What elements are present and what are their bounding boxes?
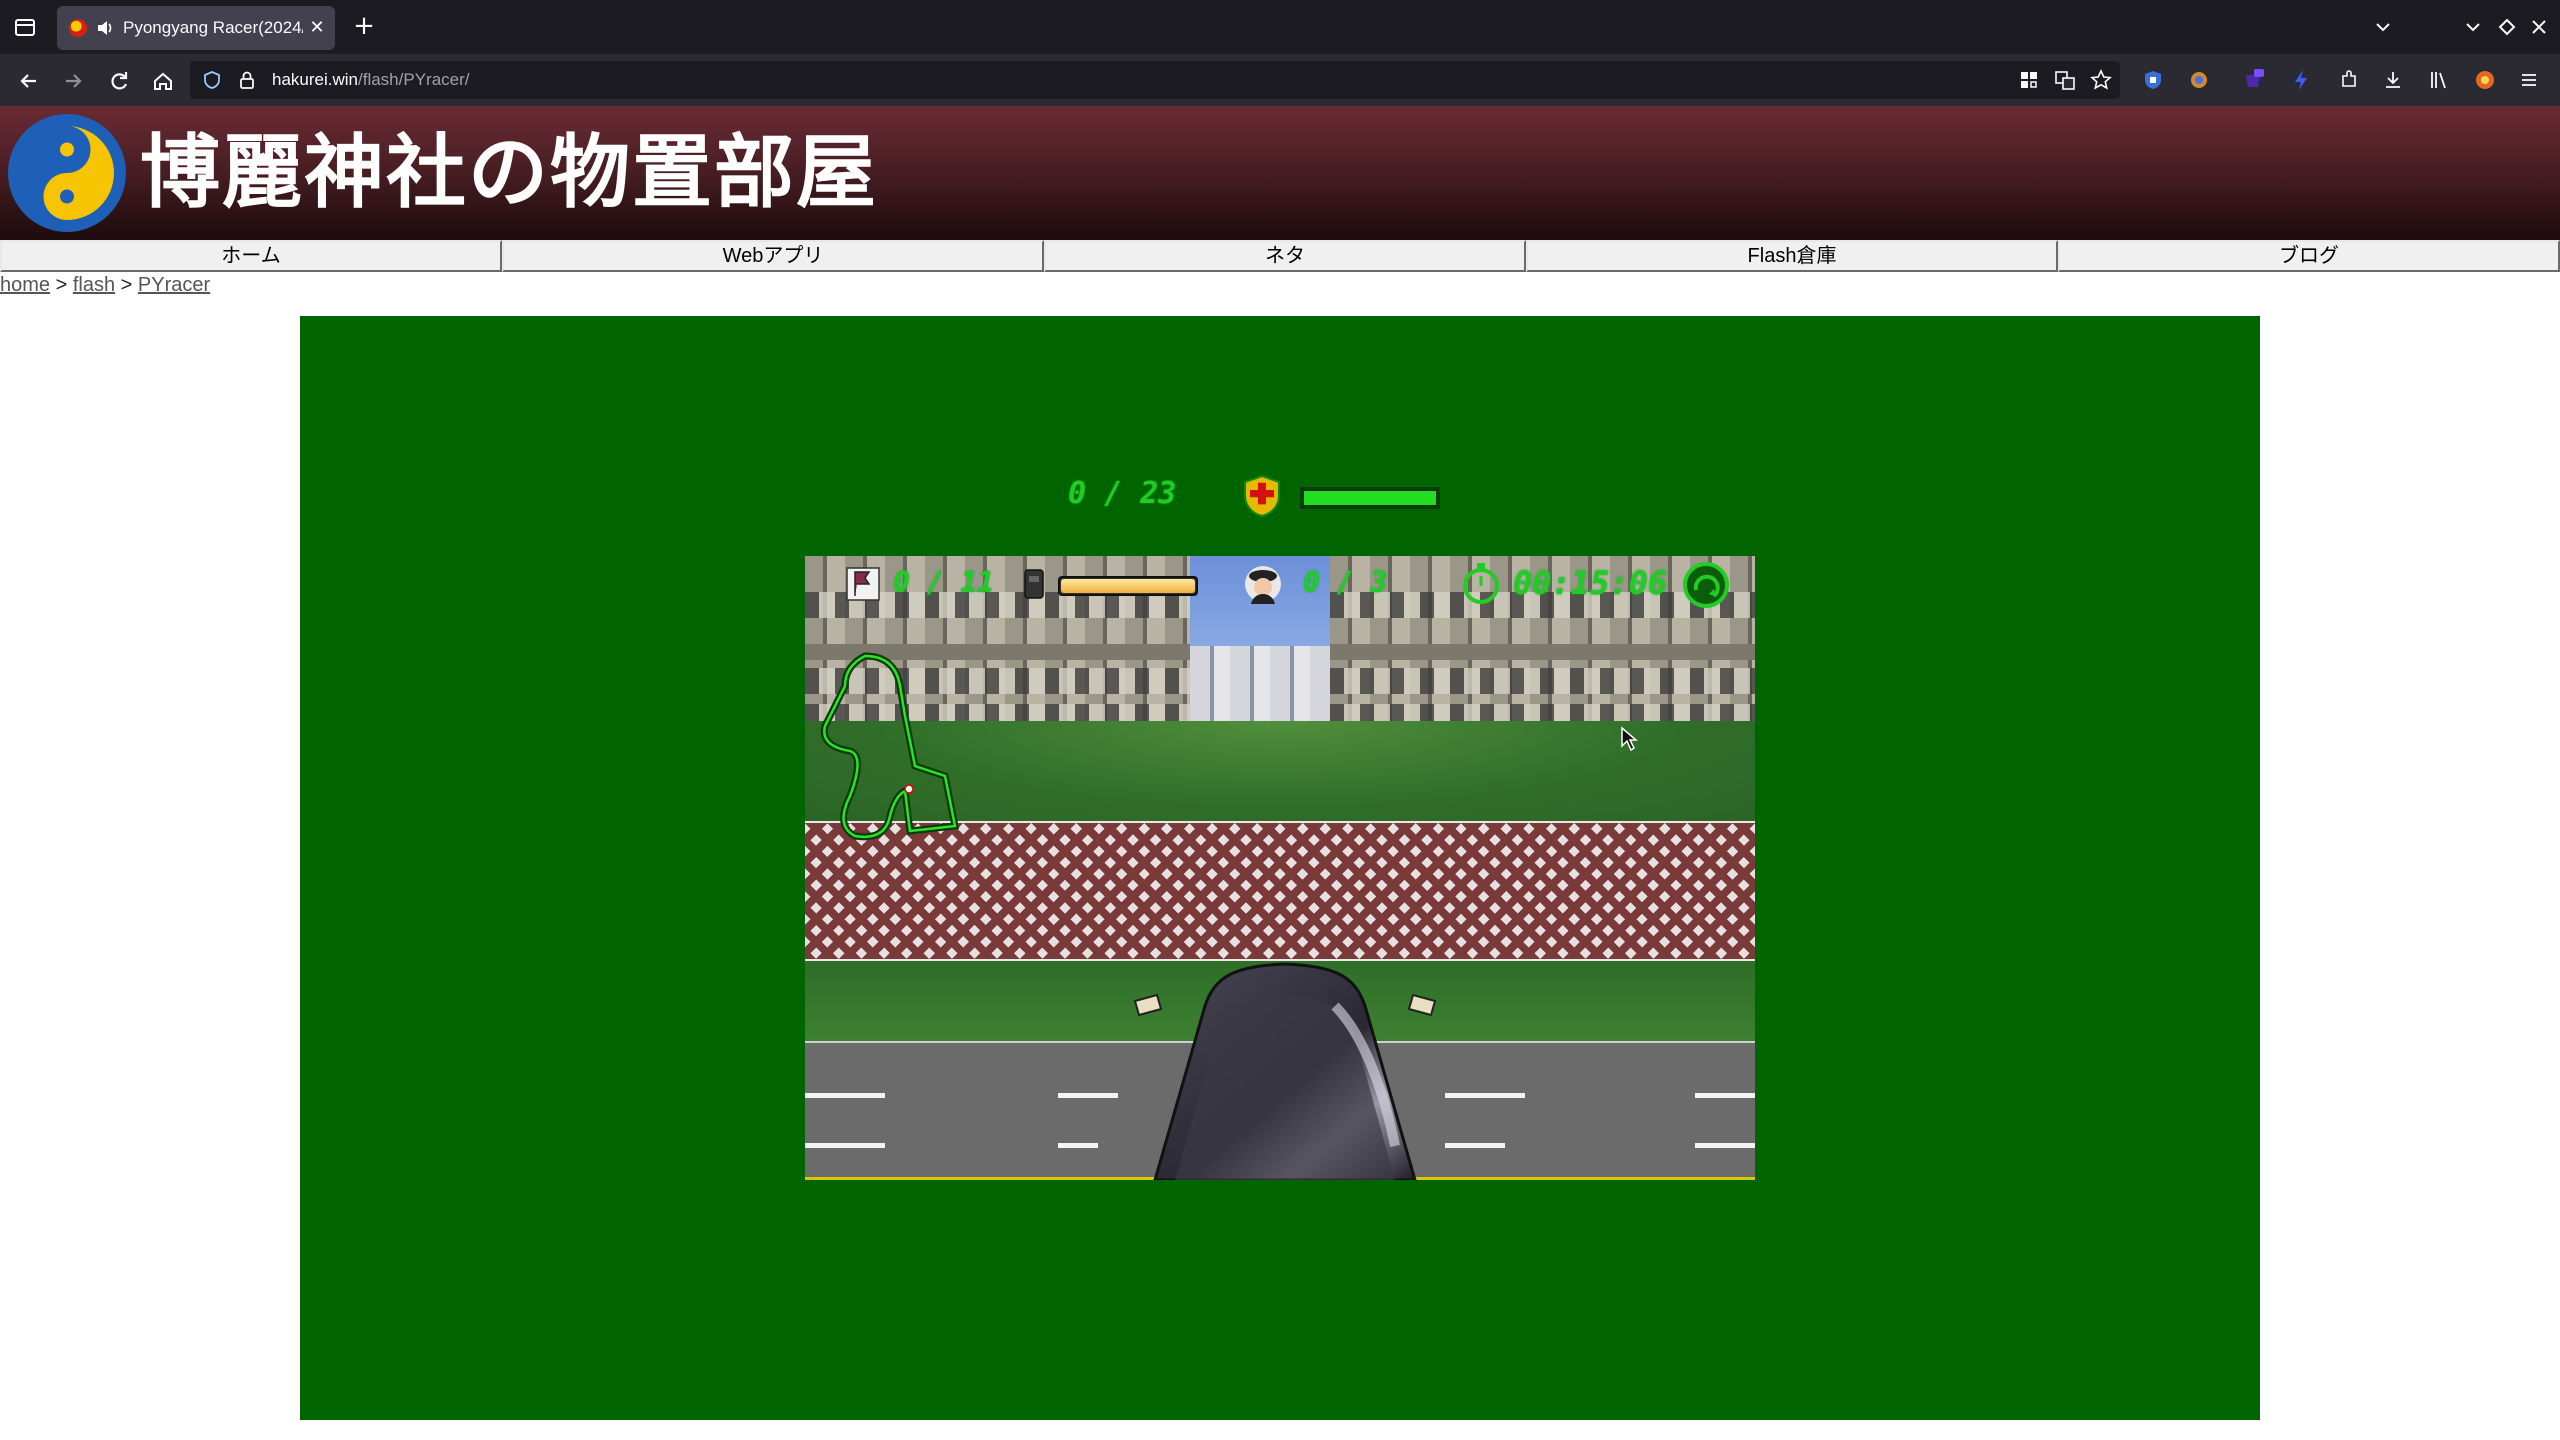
player-car	[1133, 962, 1437, 1180]
home-icon[interactable]	[148, 66, 178, 96]
yin-yang-logo-icon[interactable]	[6, 112, 128, 234]
account-avatar-icon[interactable]	[2472, 67, 2498, 93]
extension-bolt-icon[interactable]	[2288, 67, 2314, 93]
traffic-officer-counter: 0 / 3	[1303, 566, 1388, 599]
fuel-counter: 0 / 23	[1068, 476, 1177, 511]
nav-item-blog[interactable]: ブログ	[2058, 240, 2560, 272]
health-bar	[1300, 487, 1440, 509]
health-bar-fill	[1304, 491, 1436, 505]
tab-close-icon[interactable]: ✕	[305, 16, 329, 40]
nav-item-flash-archive[interactable]: Flash倉庫	[1526, 240, 2058, 272]
flag-counter: 0 / 11	[893, 566, 995, 599]
lap-arrow-icon	[1683, 562, 1729, 608]
list-all-tabs-icon[interactable]	[2370, 14, 2396, 40]
tracking-protection-icon[interactable]	[202, 70, 222, 90]
url-host: hakurei.win	[272, 70, 358, 89]
app-menu-icon[interactable]	[2516, 67, 2542, 93]
mouse-cursor-icon	[1621, 726, 1638, 752]
qr-code-icon[interactable]	[2016, 67, 2042, 93]
lock-icon[interactable]	[238, 70, 256, 90]
new-tab-button[interactable]: +	[350, 12, 378, 42]
back-arrow-icon[interactable]	[14, 66, 44, 96]
race-timer: 00:15:06	[1513, 564, 1668, 602]
downloads-icon[interactable]	[2380, 67, 2406, 93]
breadcrumb-flash[interactable]: flash	[73, 274, 115, 296]
traffic-officer-icon	[1245, 566, 1281, 604]
breadcrumb-separator: >	[120, 274, 133, 296]
site-title[interactable]: 博麗神社の物置部屋	[140, 128, 878, 218]
site-favicon-icon	[69, 19, 87, 37]
browser-nav-bar: hakurei.win/flash/PYracer/	[0, 54, 2560, 106]
site-nav: ホーム Webアプリ ネタ Flash倉庫 ブログ	[0, 240, 2560, 272]
fuel-gauge	[1058, 576, 1198, 596]
translate-icon[interactable]	[2052, 67, 2078, 93]
extension-badge-icon[interactable]	[2240, 67, 2266, 93]
site-header: 博麗神社の物置部屋	[0, 106, 2560, 240]
player-position-marker	[904, 784, 914, 794]
browser-tab-bar: Pyongyang Racer(2024/ ✕ +	[0, 0, 2560, 54]
restore-icon[interactable]	[2494, 14, 2520, 40]
tab-list-icon[interactable]	[12, 14, 38, 40]
browser-tab-active[interactable]: Pyongyang Racer(2024/ ✕	[57, 6, 335, 50]
breadcrumb-separator: >	[55, 274, 68, 296]
minimize-icon[interactable]	[2460, 14, 2486, 40]
forward-arrow-icon[interactable]	[58, 66, 88, 96]
flag-icon	[846, 567, 880, 601]
nav-item-neta[interactable]: ネタ	[1044, 240, 1526, 272]
speaker-icon[interactable]	[95, 18, 115, 38]
track-minimap	[820, 652, 960, 841]
url-text[interactable]: hakurei.win/flash/PYracer/	[272, 70, 470, 92]
fuel-gauge-fill	[1061, 579, 1195, 593]
extension-puzzle-icon[interactable]	[2186, 67, 2212, 93]
extension-shield-icon[interactable]	[2140, 67, 2166, 93]
reload-icon[interactable]	[104, 66, 134, 96]
flash-game-container[interactable]: 0 / 23 0 / 11 0 / 3 00:15:06	[300, 316, 2260, 1420]
red-cross-shield-icon	[1244, 474, 1280, 518]
nav-item-webapp[interactable]: Webアプリ	[502, 240, 1044, 272]
nav-item-home[interactable]: ホーム	[0, 240, 502, 272]
library-icon[interactable]	[2426, 67, 2452, 93]
fuel-can-icon	[1024, 569, 1044, 599]
url-bar[interactable]: hakurei.win/flash/PYracer/	[190, 61, 2120, 99]
window-close-icon[interactable]	[2526, 14, 2552, 40]
breadcrumb-pyracer[interactable]: PYracer	[138, 274, 210, 296]
bookmark-star-icon[interactable]	[2088, 67, 2114, 93]
tab-title: Pyongyang Racer(2024/	[123, 18, 303, 37]
stopwatch-icon	[1463, 563, 1499, 604]
breadcrumb: home > flash > PYracer	[0, 272, 210, 298]
url-path: /flash/PYracer/	[358, 70, 470, 89]
extensions-icon[interactable]	[2336, 67, 2362, 93]
breadcrumb-home[interactable]: home	[0, 274, 50, 296]
